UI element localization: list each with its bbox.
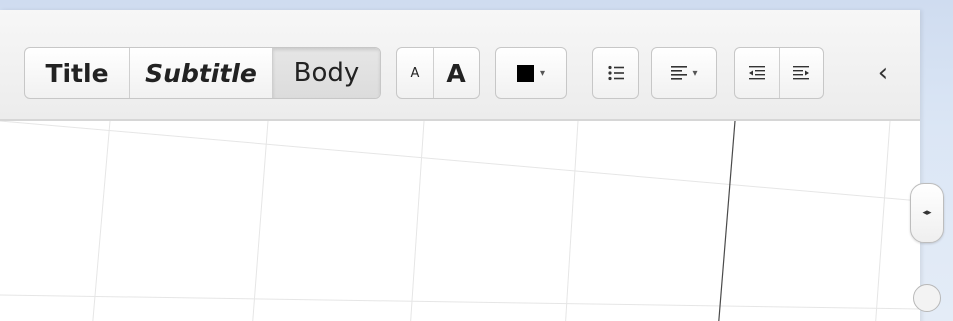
collapse-toolbar-button[interactable]: ‹ [868, 58, 898, 88]
app-window: Title Subtitle Body A A ▾ ▾ ‹ ◂▸ [0, 0, 953, 321]
alignment-button[interactable]: ▾ [652, 48, 716, 98]
text-color-group: ▾ [495, 47, 567, 99]
decrease-indent-button[interactable] [735, 48, 780, 98]
editor-canvas[interactable] [0, 121, 920, 321]
align-left-icon [671, 66, 688, 80]
paragraph-style-group: Title Subtitle Body [24, 47, 381, 99]
indent-decrease-icon [748, 66, 765, 80]
list-group [592, 47, 639, 99]
decrease-font-size-button[interactable]: A [397, 48, 434, 98]
bulleted-list-icon [607, 65, 624, 81]
editor-panel: Title Subtitle Body A A ▾ ▾ ‹ [0, 10, 920, 321]
increase-indent-button[interactable] [780, 48, 824, 98]
grid-lines [0, 121, 920, 321]
chevron-down-icon: ▾ [692, 67, 698, 79]
scroll-knob[interactable] [913, 284, 941, 312]
increase-font-size-button[interactable]: A [434, 48, 478, 98]
format-toolbar: Title Subtitle Body A A ▾ ▾ ‹ [0, 10, 920, 121]
style-title-button[interactable]: Title [25, 48, 130, 98]
panel-splitter-handle[interactable]: ◂▸ [910, 183, 944, 243]
text-color-button[interactable]: ▾ [496, 48, 566, 98]
indent-increase-icon [793, 66, 810, 80]
bulleted-list-button[interactable] [593, 48, 638, 98]
indent-group [734, 47, 824, 99]
chevron-down-icon: ▾ [539, 67, 546, 79]
style-body-button[interactable]: Body [273, 48, 380, 98]
font-size-group: A A [396, 47, 480, 99]
resize-arrows-icon: ◂▸ [922, 208, 932, 218]
color-swatch [516, 64, 534, 82]
style-subtitle-button[interactable]: Subtitle [130, 48, 273, 98]
alignment-group: ▾ [651, 47, 717, 99]
